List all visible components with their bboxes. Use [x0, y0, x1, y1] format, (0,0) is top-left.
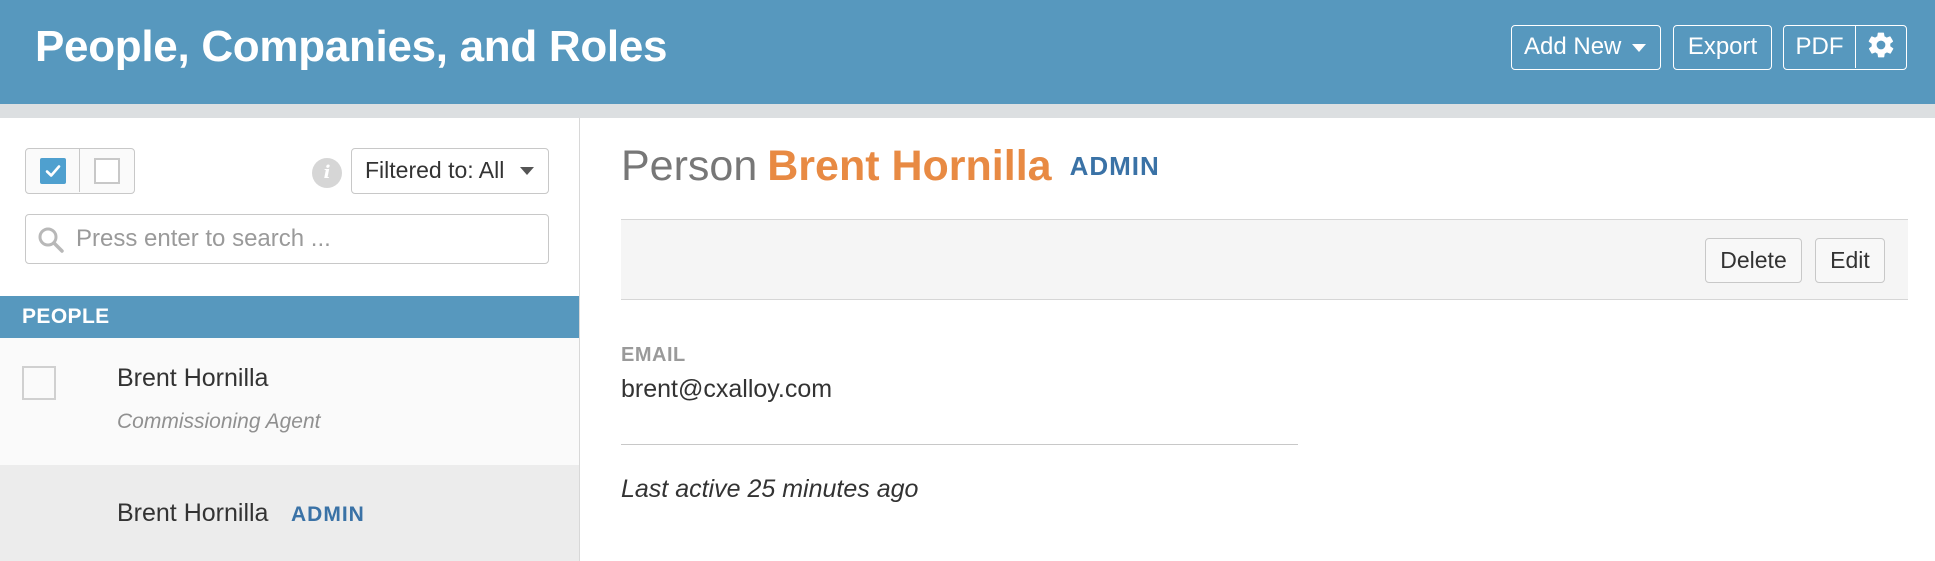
actions-toolbar: Delete Edit	[621, 219, 1908, 300]
list-item-selected[interactable]: Brent Hornilla ADMIN	[0, 465, 579, 561]
email-label: EMAIL	[621, 344, 686, 366]
gear-icon	[1866, 30, 1896, 65]
app-header: People, Companies, and Roles Add New Exp…	[0, 0, 1935, 104]
people-section-header: PEOPLE	[0, 296, 579, 338]
person-role: Commissioning Agent	[117, 410, 321, 433]
add-new-label: Add New	[1524, 33, 1622, 60]
person-heading: Person Brent Hornilla ADMIN	[621, 142, 1160, 191]
filter-dropdown[interactable]: Filtered to: All	[351, 148, 549, 194]
pdf-button-group: PDF	[1783, 25, 1907, 70]
edit-button[interactable]: Edit	[1815, 238, 1885, 283]
admin-badge: ADMIN	[1069, 151, 1160, 181]
email-value: brent@cxalloy.com	[621, 375, 833, 403]
filter-label: Filtered to: All	[365, 157, 505, 183]
checkbox-checked-icon	[39, 157, 66, 184]
pdf-button[interactable]: PDF	[1784, 26, 1856, 68]
chevron-down-icon	[1632, 44, 1646, 52]
person-name: Brent Hornilla	[117, 364, 269, 392]
checkbox-empty-icon	[94, 157, 120, 184]
info-icon[interactable]: i	[312, 158, 342, 188]
select-all-button[interactable]	[26, 149, 80, 192]
search-field	[25, 214, 549, 264]
select-toggle-group	[25, 148, 135, 194]
select-none-button[interactable]	[80, 149, 134, 192]
export-button[interactable]: Export	[1673, 25, 1772, 70]
list-item[interactable]: Brent Hornilla Commissioning Agent	[0, 338, 579, 465]
search-icon	[36, 225, 66, 260]
search-input[interactable]	[74, 215, 538, 262]
sidebar: i Filtered to: All PEOPLE Brent Hornilla…	[0, 118, 580, 561]
add-new-button[interactable]: Add New	[1511, 25, 1661, 70]
divider	[621, 444, 1298, 445]
person-name-title: Brent Hornilla	[767, 142, 1052, 190]
delete-button[interactable]: Delete	[1705, 238, 1802, 283]
admin-badge: ADMIN	[291, 503, 365, 526]
page-title: People, Companies, and Roles	[35, 22, 668, 71]
settings-button[interactable]	[1856, 26, 1906, 68]
detail-panel: Person Brent Hornilla ADMIN Delete Edit EM…	[581, 118, 1935, 561]
chevron-down-icon	[520, 167, 534, 175]
row-checkbox[interactable]	[22, 366, 56, 400]
person-name: Brent Hornilla	[117, 499, 269, 527]
last-active-text: Last active 25 minutes ago	[621, 475, 919, 503]
header-divider	[0, 104, 1935, 118]
record-type-label: Person	[621, 142, 758, 190]
